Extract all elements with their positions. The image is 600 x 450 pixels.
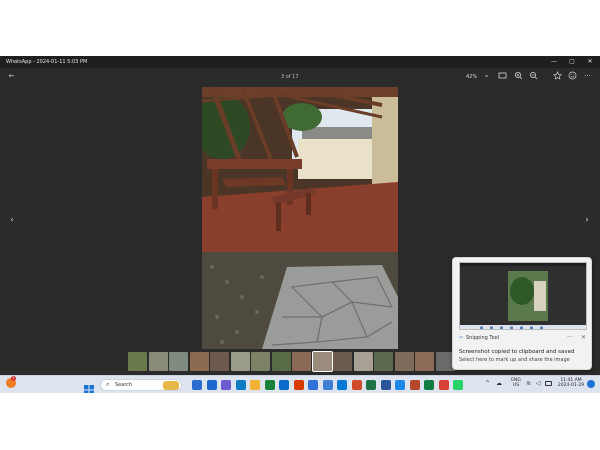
taskbar-app-icon[interactable] (221, 380, 231, 390)
search-input[interactable]: ⌕ Search (100, 379, 182, 391)
toast-body: Select here to mark up and share the ima… (459, 357, 570, 363)
displayed-photo[interactable] (202, 87, 398, 349)
previous-image-button[interactable]: ‹ (6, 213, 18, 227)
zoom-out-icon[interactable] (528, 71, 539, 82)
region-code: US (512, 383, 520, 388)
thumbnail-strip (128, 351, 468, 372)
clock-date: 2024-01-29 (557, 383, 585, 388)
search-highlight-icon (163, 381, 179, 390)
taskbar-app-icon[interactable] (438, 380, 449, 390)
next-image-button[interactable]: › (581, 213, 593, 227)
zoom-in-icon[interactable] (513, 71, 524, 82)
thumbnail-item[interactable] (333, 352, 352, 371)
battery-icon[interactable] (545, 381, 552, 386)
toast-title: Screenshot copied to clipboard and saved (459, 349, 575, 355)
thumbnail-item[interactable] (292, 352, 311, 371)
taskbar-app-icon[interactable] (235, 380, 246, 390)
close-button[interactable]: ✕ (583, 57, 597, 67)
wifi-icon[interactable]: ≋ (526, 380, 531, 387)
taskbar-app-icon[interactable] (366, 380, 376, 390)
minimize-button[interactable]: — (547, 57, 561, 67)
weather-icon[interactable]: ☁ (496, 380, 502, 387)
thumbnail-item[interactable] (230, 352, 250, 371)
taskbar-app-icon[interactable] (206, 380, 217, 390)
title-bar: WhatsApp - 2024-01-11 5:03 PM — ▢ ✕ (0, 56, 600, 68)
maximize-button[interactable]: ▢ (565, 57, 579, 67)
fit-screen-icon[interactable] (497, 71, 508, 82)
toast-app-name: Snipping Tool (466, 335, 500, 341)
taskbar-app-icon[interactable] (322, 380, 333, 390)
screenshot-preview[interactable] (459, 262, 587, 330)
taskbar-app-icon[interactable] (409, 380, 420, 390)
taskbar-app-icon[interactable] (250, 380, 260, 390)
start-icon[interactable] (84, 380, 94, 393)
taskbar-app-icon[interactable] (351, 380, 362, 390)
emoji-icon[interactable] (567, 71, 578, 82)
taskbar-app-icon[interactable] (424, 380, 434, 390)
image-counter: 3 of 17 (281, 74, 299, 80)
back-icon[interactable]: ← (6, 71, 17, 82)
thumbnail-item[interactable] (374, 352, 393, 371)
star-icon[interactable] (552, 71, 563, 82)
toast-more-button[interactable]: ··· (567, 334, 573, 341)
taskbar-app-icon[interactable] (453, 380, 463, 390)
toast-close-button[interactable]: ✕ (581, 334, 586, 341)
chevron-down-icon[interactable]: ⌄ (481, 70, 492, 81)
taskbar-app-icon[interactable] (192, 380, 202, 390)
thumbnail-item[interactable] (189, 352, 209, 371)
window-title: WhatsApp - 2024-01-11 5:03 PM (6, 59, 88, 65)
chevron-up-icon[interactable]: ^ (485, 380, 490, 387)
taskbar-app-icon[interactable] (264, 380, 275, 390)
taskbar-app-icon[interactable] (395, 380, 405, 390)
notification-count-badge: 1 (11, 376, 16, 381)
thumbnail-item[interactable] (169, 352, 188, 371)
taskbar-app-icon[interactable] (293, 380, 304, 390)
clock[interactable]: 11:41 AM 2024-01-29 (557, 378, 585, 388)
taskbar-app-icon[interactable] (337, 380, 347, 390)
thumbnail-item[interactable] (415, 352, 434, 371)
thumbnail-item[interactable] (271, 352, 291, 371)
thumbnail-item[interactable] (311, 351, 333, 372)
taskbar: ⌕ Search ^ ☁ ENG US ≋ ◁ 11:41 AM 2024-01… (0, 375, 600, 393)
volume-icon[interactable]: ◁ (536, 380, 541, 387)
snipping-tool-notification[interactable]: ✂ Snipping Tool ··· ✕ Screenshot copied … (452, 257, 592, 370)
screen: WhatsApp - 2024-01-11 5:03 PM — ▢ ✕ ← 3 … (0, 56, 600, 393)
taskbar-app-icon[interactable] (308, 380, 318, 390)
thumbnail-item[interactable] (394, 352, 414, 371)
thumbnail-item[interactable] (210, 352, 229, 371)
thumbnail-item[interactable] (148, 352, 168, 371)
search-icon: ⌕ (106, 381, 110, 388)
more-options-icon[interactable]: ··· (582, 71, 593, 82)
notification-bell-icon[interactable] (587, 380, 595, 388)
taskbar-app-icon[interactable] (380, 380, 391, 390)
thumbnail-item[interactable] (353, 352, 373, 371)
thumbnail-item[interactable] (251, 352, 270, 371)
zoom-level[interactable]: 42% (466, 74, 477, 80)
language-indicator[interactable]: ENG US (509, 378, 523, 388)
taskbar-app-icon[interactable] (279, 380, 289, 390)
search-label: Search (115, 382, 133, 388)
thumbnail-item[interactable] (128, 352, 147, 371)
snipping-tool-icon: ✂ (459, 335, 464, 341)
viewer-toolbar: ← 3 of 17 42% ⌄ ··· (0, 68, 600, 85)
